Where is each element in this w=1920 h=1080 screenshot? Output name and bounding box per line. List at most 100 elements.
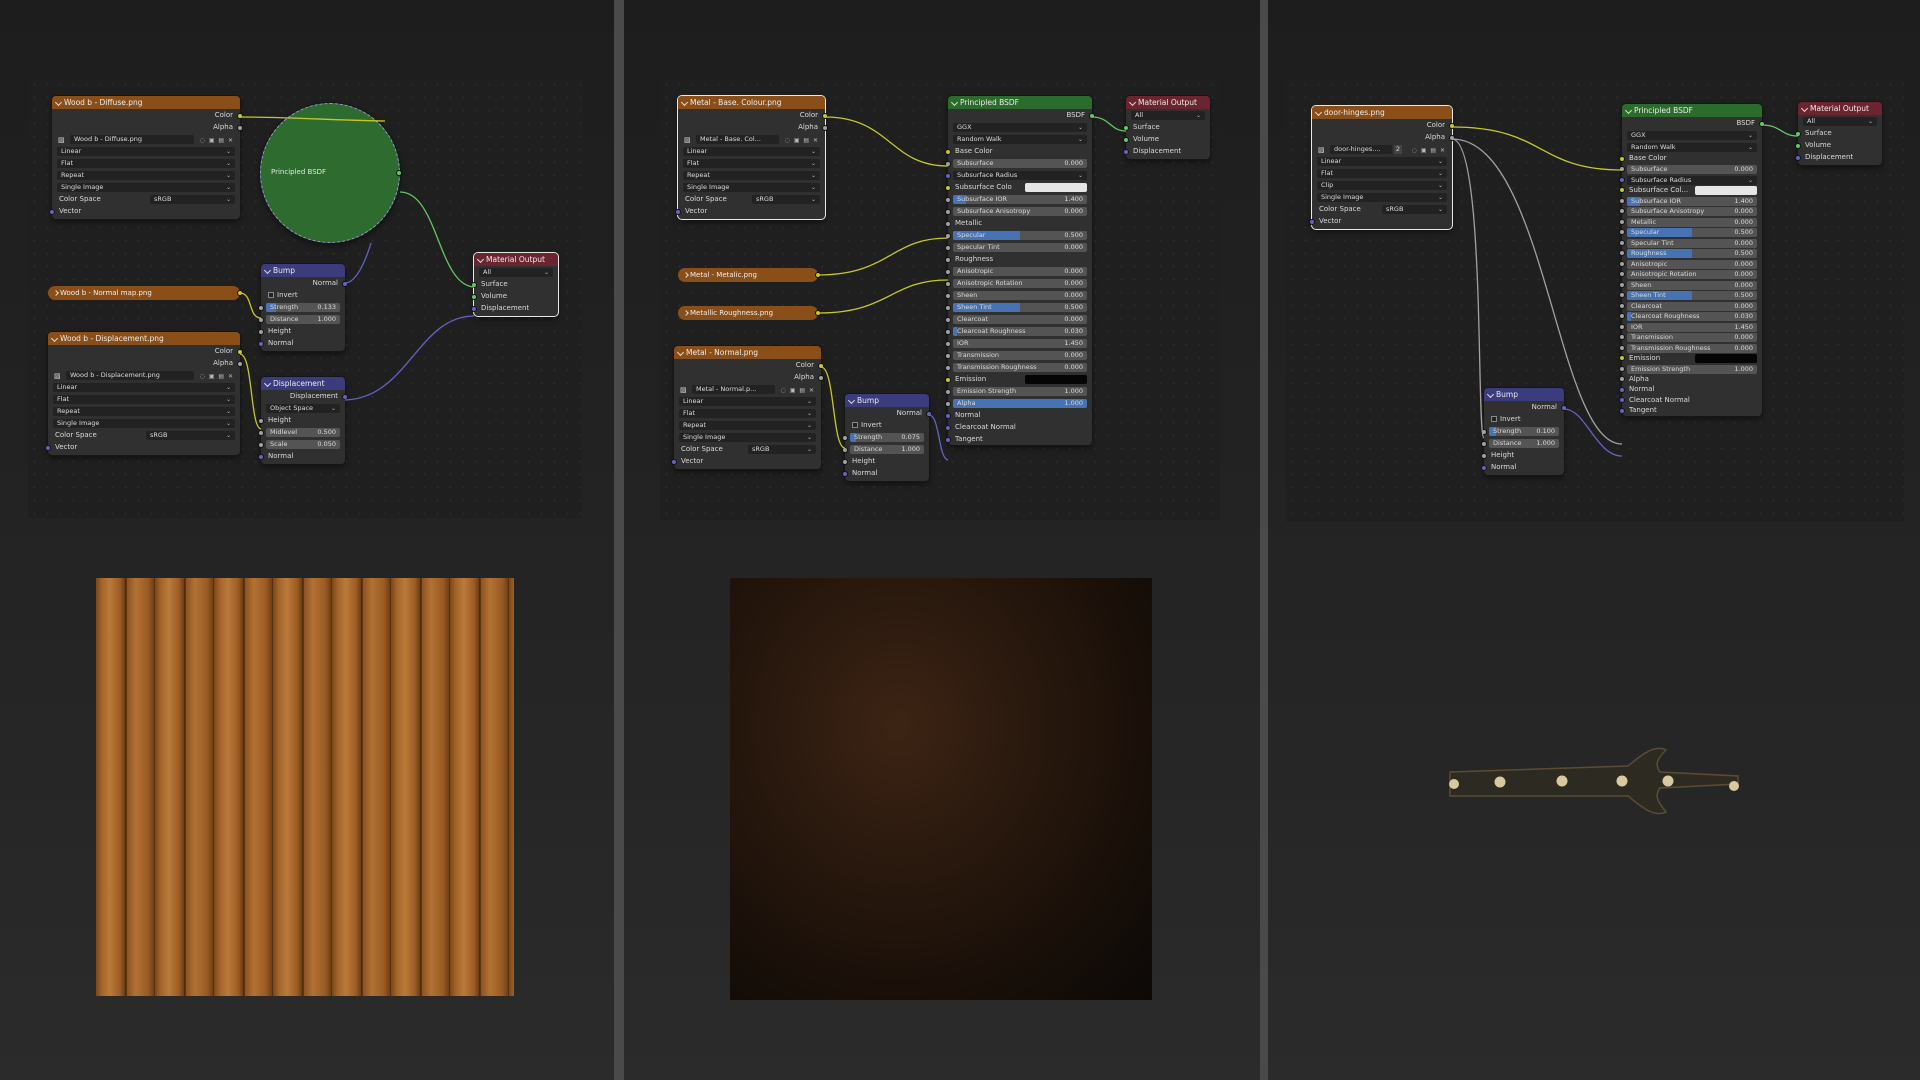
height-socket[interactable] — [842, 458, 848, 465]
image-field[interactable]: Metal - Normal.p... — [692, 384, 775, 394]
input-socket[interactable] — [1619, 250, 1625, 256]
image-field[interactable]: Wood b - Displacement.png — [66, 370, 194, 380]
interpolation-dropdown[interactable]: Linear ⌄ — [57, 146, 235, 156]
property-slider[interactable]: Subsurface Anisotropy 0.000 — [953, 206, 1087, 216]
property-slider[interactable]: Emission Strength 1.000 — [1627, 364, 1757, 374]
target-dropdown[interactable]: All ⌄ — [1131, 110, 1205, 120]
height-socket[interactable] — [258, 417, 264, 424]
color-socket[interactable] — [815, 310, 821, 316]
normal-input-socket[interactable] — [1481, 464, 1487, 471]
color-swatch[interactable] — [1695, 354, 1757, 363]
height-socket[interactable] — [1481, 452, 1487, 459]
input-socket[interactable] — [1619, 229, 1625, 235]
scale-socket[interactable] — [258, 441, 264, 448]
image-field[interactable]: door-hinges.... — [1330, 144, 1392, 154]
property-slider[interactable]: Subsurface IOR 1.400 — [1627, 196, 1757, 206]
input-socket[interactable] — [945, 244, 951, 251]
height-socket[interactable] — [258, 328, 264, 335]
property-slider[interactable]: Alpha 1.000 — [953, 398, 1087, 408]
property-dropdown[interactable]: Subsurface Radius ⌄ — [1627, 175, 1757, 185]
invert-checkbox[interactable] — [1491, 416, 1497, 422]
distribution-dropdown[interactable]: GGX ⌄ — [953, 122, 1087, 132]
input-socket[interactable] — [1619, 239, 1625, 246]
input-socket[interactable] — [945, 340, 951, 347]
extension-dropdown[interactable]: Clip ⌄ — [1317, 180, 1447, 190]
normal-socket[interactable] — [342, 280, 348, 287]
interpolation-dropdown[interactable]: Linear ⌄ — [1317, 156, 1447, 166]
color-swatch[interactable] — [1025, 374, 1087, 384]
input-socket[interactable] — [1619, 208, 1625, 214]
alpha-socket[interactable] — [822, 124, 828, 131]
metallic-texture-collapsed-node[interactable]: Metal - Metalic.png — [678, 268, 821, 282]
normal-input-socket[interactable] — [258, 453, 264, 460]
property-slider[interactable]: Anisotropic Rotation 0.000 — [1627, 270, 1757, 279]
distance-slider[interactable]: Distance 1.000 — [1489, 438, 1559, 448]
property-slider[interactable]: Specular Tint 0.000 — [1627, 238, 1757, 248]
input-socket[interactable] — [945, 388, 951, 395]
image-texture-node[interactable]: Wood b - Displacement.png Color Alpha Wo… — [45, 332, 243, 455]
image-texture-node[interactable]: Wood b - Diffuse.png Color Alpha Wood b … — [49, 96, 243, 219]
node-editor-metal[interactable]: Metal - Base. Colour.png Color Alpha Met… — [660, 78, 1220, 520]
input-socket[interactable] — [1619, 344, 1625, 351]
displacement-socket[interactable] — [342, 393, 348, 400]
input-socket[interactable] — [1619, 187, 1625, 193]
bump-node[interactable]: Bump Normal Invert Strength 0.100 Distanc… — [1481, 388, 1567, 475]
extension-dropdown[interactable]: Repeat ⌄ — [53, 406, 235, 416]
subsurface-method-dropdown[interactable]: Random Walk ⌄ — [1627, 142, 1757, 152]
input-socket[interactable] — [1619, 166, 1625, 172]
property-slider[interactable]: Anisotropic 0.000 — [953, 266, 1087, 276]
input-socket[interactable] — [945, 436, 951, 443]
node-header[interactable]: Material Output — [1126, 96, 1210, 109]
projection-dropdown[interactable]: Flat ⌄ — [57, 158, 235, 168]
input-socket[interactable] — [1619, 397, 1625, 403]
color-socket[interactable] — [822, 112, 828, 119]
normal-input-socket[interactable] — [842, 470, 848, 477]
input-socket[interactable] — [945, 220, 951, 227]
volume-socket[interactable] — [1123, 136, 1129, 143]
input-socket[interactable] — [1619, 271, 1625, 277]
bump-node[interactable]: Bump Normal Invert Strength 0.075 Distanc… — [842, 394, 932, 481]
property-dropdown[interactable]: Subsurface Radius ⌄ — [953, 170, 1087, 180]
strength-slider[interactable]: Strength 0.075 — [850, 432, 924, 442]
input-socket[interactable] — [1619, 313, 1625, 319]
extension-dropdown[interactable]: Repeat ⌄ — [683, 170, 820, 180]
property-slider[interactable]: Transmission Roughness 0.000 — [1627, 343, 1757, 353]
distance-socket[interactable] — [1481, 440, 1487, 447]
node-header[interactable]: Bump — [1484, 388, 1564, 401]
alpha-socket[interactable] — [237, 124, 243, 131]
source-dropdown[interactable]: Single Image ⌄ — [1317, 192, 1447, 202]
principled-bsdf-collapsed-node[interactable]: Principled BSDF — [260, 103, 402, 243]
input-socket[interactable] — [1619, 323, 1625, 330]
source-dropdown[interactable]: Single Image ⌄ — [679, 432, 816, 442]
property-slider[interactable]: Anisotropic 0.000 — [1627, 259, 1757, 269]
input-socket[interactable] — [945, 196, 951, 203]
distance-socket[interactable] — [842, 446, 848, 453]
property-slider[interactable]: Anisotropic Rotation 0.000 — [953, 278, 1087, 288]
input-socket[interactable] — [945, 172, 951, 179]
distance-slider[interactable]: Distance 1.000 — [266, 314, 340, 324]
node-header[interactable]: Wood b - Displacement.png — [48, 332, 240, 345]
color-socket[interactable] — [237, 290, 243, 296]
midlevel-slider[interactable]: Midlevel 0.500 — [266, 427, 340, 437]
roughness-texture-collapsed-node[interactable]: Metallic Roughness.png — [678, 306, 821, 320]
displacement-input-socket[interactable] — [1123, 148, 1129, 155]
property-slider[interactable]: Specular Tint 0.000 — [953, 242, 1087, 252]
normal-map-collapsed-node[interactable]: Wood b - Normal map.png — [48, 286, 243, 300]
color-socket[interactable] — [818, 362, 824, 369]
surface-socket[interactable] — [1795, 130, 1801, 137]
principled-bsdf-node[interactable]: Principled BSDF BSDF GGX ⌄ Random Walk ⌄ B… — [1619, 104, 1765, 416]
input-socket[interactable] — [1619, 281, 1625, 288]
color-socket[interactable] — [815, 272, 821, 278]
property-slider[interactable]: Sheen Tint 0.500 — [953, 302, 1087, 312]
input-socket[interactable] — [1619, 365, 1625, 372]
property-slider[interactable]: Sheen 0.000 — [953, 290, 1087, 300]
image-texture-node[interactable]: door-hinges.png Color Alpha door-hinges.… — [1309, 106, 1455, 229]
bsdf-socket[interactable] — [396, 170, 402, 176]
input-socket[interactable] — [945, 424, 951, 431]
property-slider[interactable]: Metallic 0.000 — [1627, 217, 1757, 227]
input-socket[interactable] — [945, 148, 951, 155]
surface-socket[interactable] — [471, 281, 477, 288]
projection-dropdown[interactable]: Flat ⌄ — [683, 158, 820, 168]
displacement-node[interactable]: Displacement Displacement Object Space ⌄ … — [258, 377, 348, 464]
surface-socket[interactable] — [1123, 124, 1129, 131]
